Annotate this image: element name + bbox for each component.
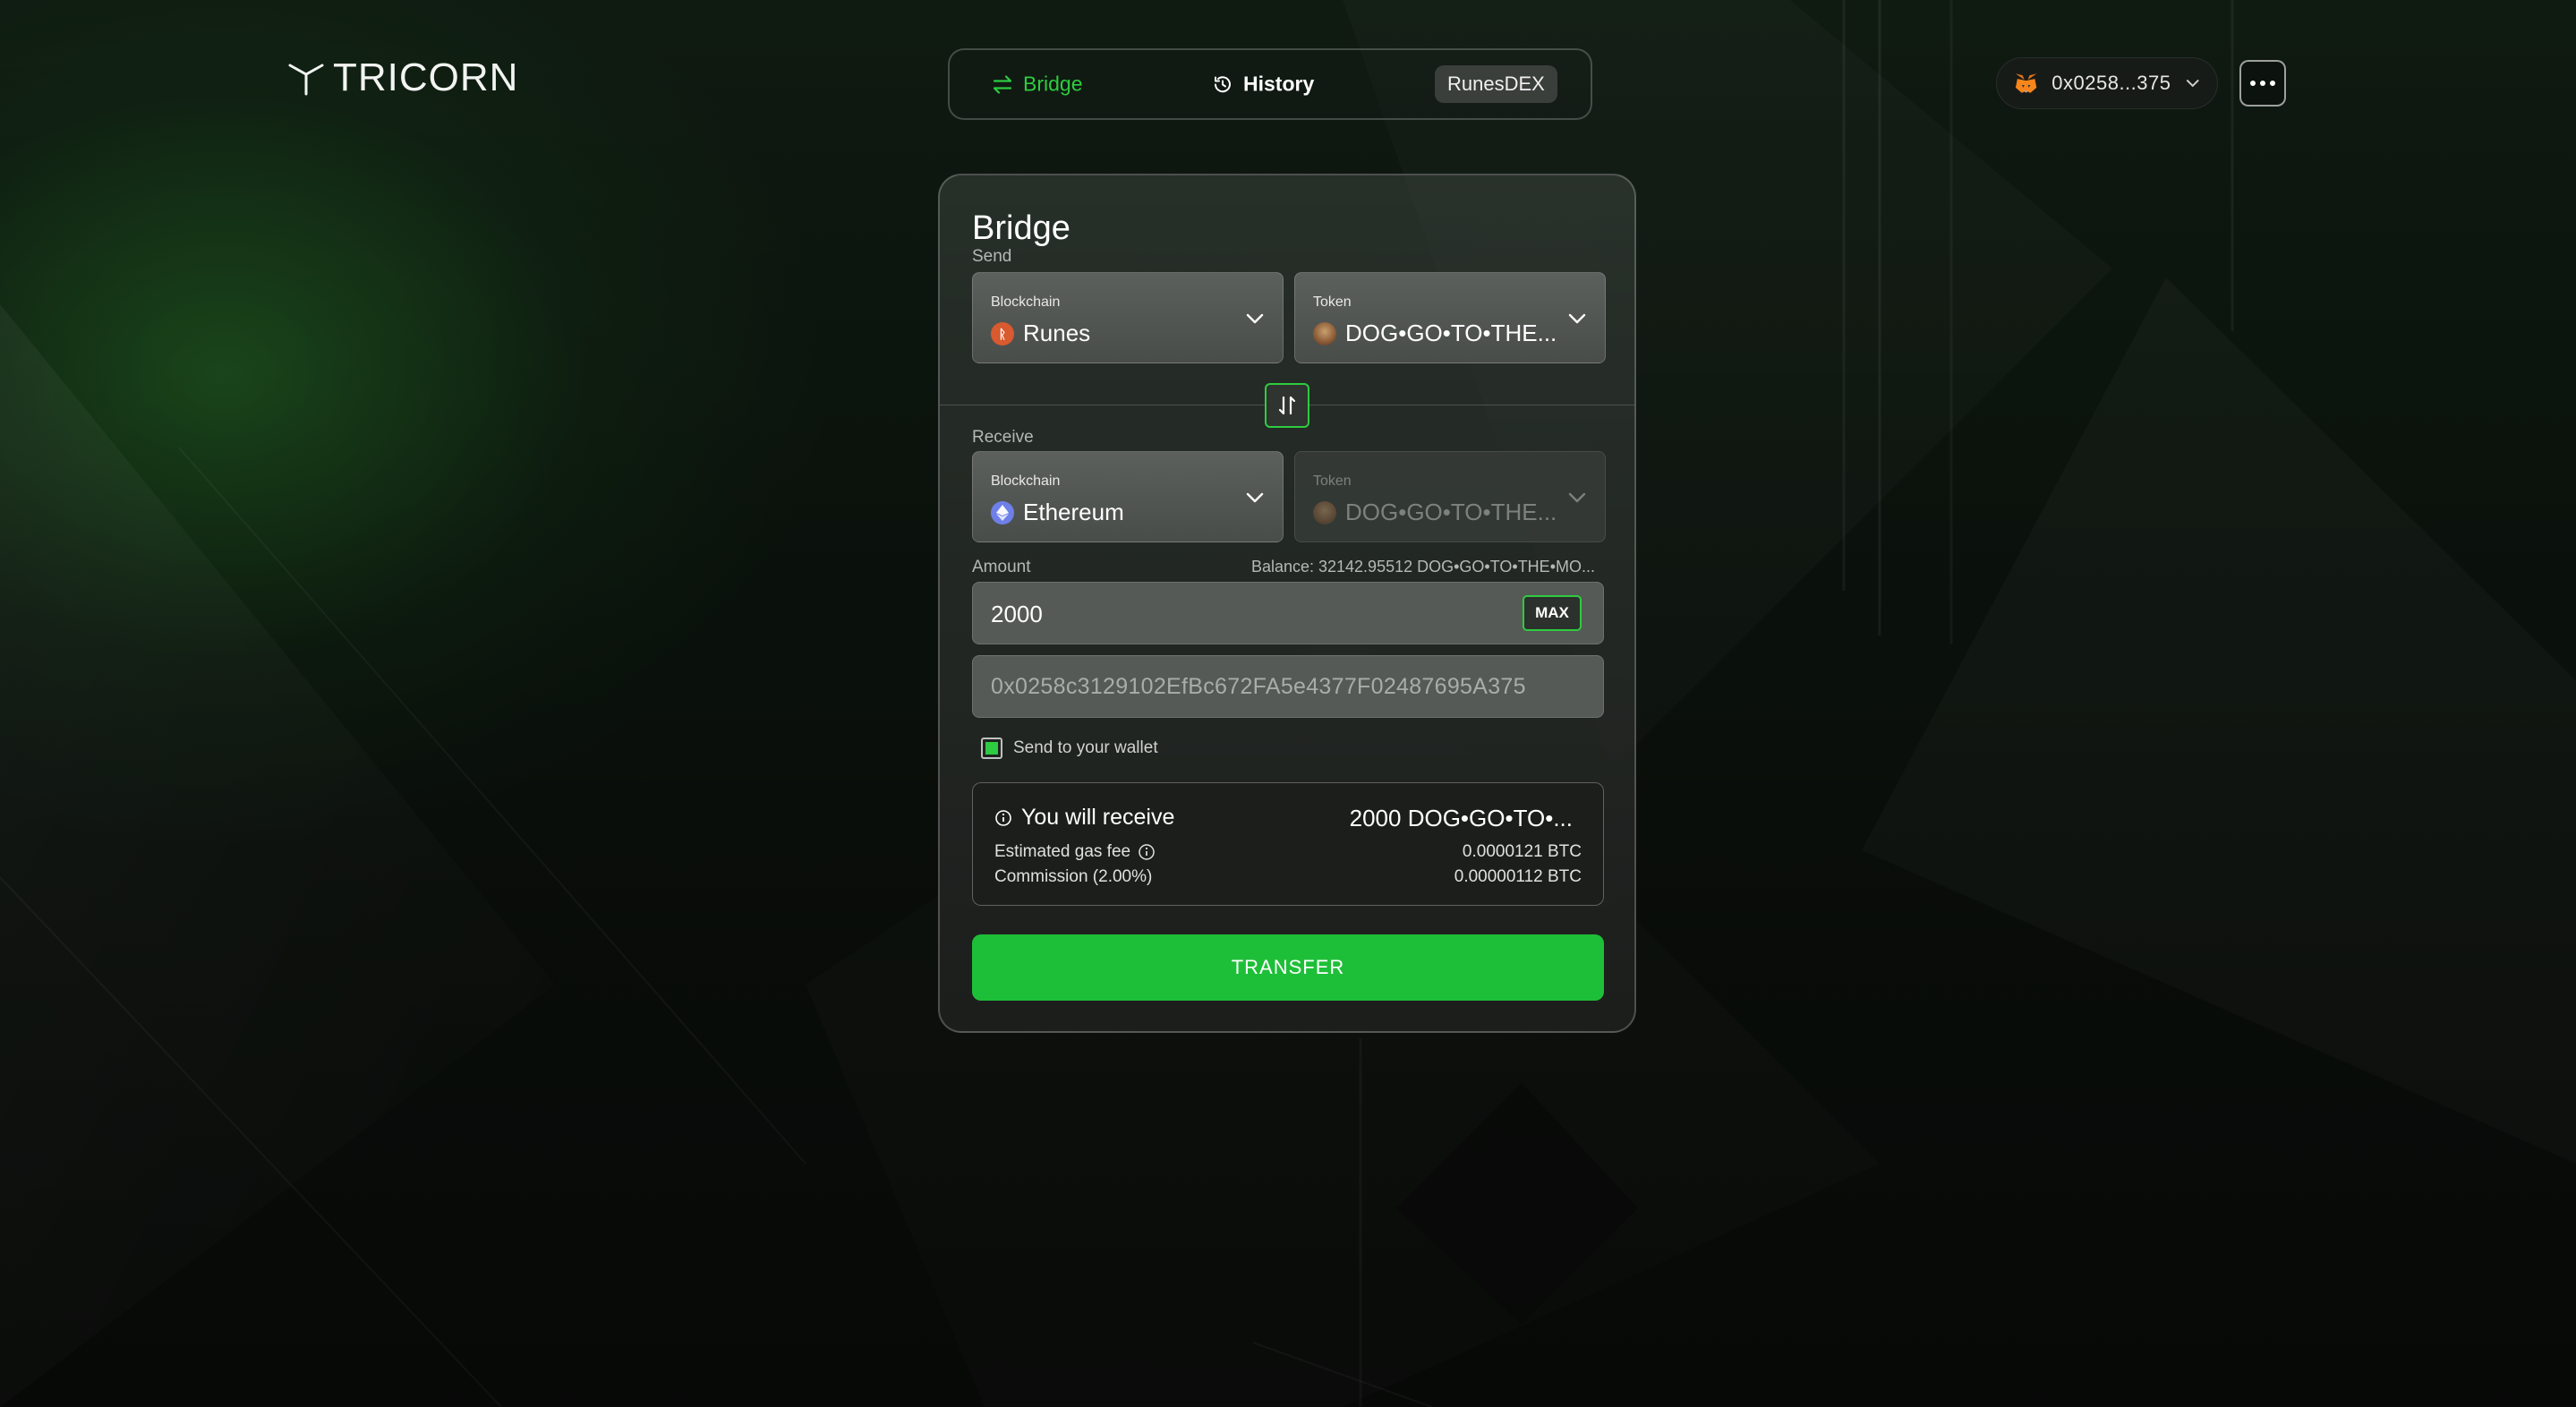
transfer-button[interactable]: TRANSFER xyxy=(972,934,1604,1001)
chevron-down-icon xyxy=(2186,80,2199,88)
brand-name: TRICORN xyxy=(333,55,519,99)
gas-fee-label: Estimated gas fee xyxy=(994,842,1131,861)
send-blockchain-select[interactable]: Blockchain ᚱ Runes xyxy=(972,272,1284,363)
nav-runesdex[interactable]: RunesDEX xyxy=(1435,65,1557,103)
info-icon xyxy=(995,809,1011,826)
amount-value: 2000 xyxy=(991,601,1043,627)
send-blockchain-value: Runes xyxy=(1023,320,1091,346)
receive-token-select: Token DOG•GO•TO•THE... xyxy=(1294,451,1606,542)
card-title: Bridge xyxy=(972,209,1070,247)
balance-text: Balance: 32142.95512 DOG•GO•TO•THE•MO... xyxy=(1250,558,1595,576)
gas-fee-value: 0.0000121 BTC xyxy=(1462,842,1582,861)
info-icon[interactable] xyxy=(1138,843,1156,861)
receive-blockchain-value: Ethereum xyxy=(1023,499,1124,525)
receive-token-label: Token xyxy=(1313,473,1352,489)
chevron-down-icon xyxy=(1568,492,1586,503)
nav-history[interactable]: History xyxy=(1211,72,1314,97)
receive-blockchain-value-wrap: Ethereum xyxy=(991,499,1124,526)
send-token-value: DOG•GO•TO•THE... xyxy=(1345,320,1557,346)
history-clock-icon xyxy=(1215,75,1231,92)
chevron-down-icon xyxy=(1568,313,1586,324)
destination-address-input[interactable]: 0x0258c3129102EfBc672FA5e4377F02487695A3… xyxy=(972,655,1604,718)
tricorn-logo-icon xyxy=(288,64,324,96)
bridge-card: Bridge Send Blockchain ᚱ Runes Token DOG… xyxy=(938,174,1636,1033)
brand-logo[interactable]: TRICORN xyxy=(288,55,518,100)
swap-direction-button[interactable] xyxy=(1265,383,1309,428)
send-blockchain-value-wrap: ᚱ Runes xyxy=(991,320,1090,347)
gas-fee-row: Estimated gas fee xyxy=(994,842,1156,862)
more-dot-icon xyxy=(2270,81,2275,86)
receive-blockchain-label: Blockchain xyxy=(991,473,1061,489)
dog-token-icon xyxy=(1313,500,1336,524)
amount-input[interactable]: 2000 MAX xyxy=(972,582,1604,644)
you-will-receive-value: 2000 DOG•GO•TO•... xyxy=(1349,805,1573,831)
wallet-dropdown[interactable]: 0x0258...375 xyxy=(1996,57,2218,109)
receive-label: Receive xyxy=(972,428,1034,447)
you-will-receive-row: You will receive xyxy=(994,805,1174,831)
chevron-down-icon xyxy=(1246,492,1264,503)
nav-bridge-label: Bridge xyxy=(1023,72,1083,96)
send-token-value-wrap: DOG•GO•TO•THE... xyxy=(1313,320,1557,347)
nav-history-label: History xyxy=(1243,72,1315,96)
you-will-receive-label: You will receive xyxy=(1021,805,1175,830)
wallet-address: 0x0258...375 xyxy=(2051,72,2171,94)
destination-address-value: 0x0258c3129102EfBc672FA5e4377F02487695A3… xyxy=(991,674,1526,699)
send-to-wallet-row[interactable]: Send to your wallet xyxy=(981,738,1158,759)
more-dot-icon xyxy=(2250,81,2256,86)
nav-bridge[interactable]: Bridge xyxy=(991,72,1082,97)
receive-token-value: DOG•GO•TO•THE... xyxy=(1345,499,1557,525)
more-dot-icon xyxy=(2260,81,2265,86)
checkbox-checked-fill xyxy=(985,742,998,755)
top-navigation: Bridge History RunesDEX xyxy=(948,48,1592,120)
ethereum-coin-icon xyxy=(991,500,1014,524)
swap-vertical-icon xyxy=(1278,396,1296,415)
runes-coin-icon: ᚱ xyxy=(991,321,1014,345)
send-token-label: Token xyxy=(1313,294,1352,310)
swap-arrows-icon xyxy=(993,74,1012,94)
send-blockchain-label: Blockchain xyxy=(991,294,1061,310)
transfer-summary: You will receive 2000 DOG•GO•TO•... Esti… xyxy=(972,782,1604,906)
metamask-fox-icon xyxy=(2015,73,2037,93)
send-label: Send xyxy=(972,247,1012,266)
dog-token-icon xyxy=(1313,321,1336,345)
more-options-button[interactable] xyxy=(2239,60,2286,107)
send-to-wallet-label: Send to your wallet xyxy=(1013,738,1158,757)
receive-token-value-wrap: DOG•GO•TO•THE... xyxy=(1313,499,1557,526)
receive-blockchain-select[interactable]: Blockchain Ethereum xyxy=(972,451,1284,542)
send-token-select[interactable]: Token DOG•GO•TO•THE... xyxy=(1294,272,1606,363)
commission-value: 0.00000112 BTC xyxy=(1454,867,1582,886)
commission-label: Commission (2.00%) xyxy=(994,867,1153,886)
send-to-wallet-checkbox[interactable] xyxy=(981,738,1002,759)
max-button[interactable]: MAX xyxy=(1523,595,1582,631)
chevron-down-icon xyxy=(1246,313,1264,324)
amount-label: Amount xyxy=(972,558,1031,576)
